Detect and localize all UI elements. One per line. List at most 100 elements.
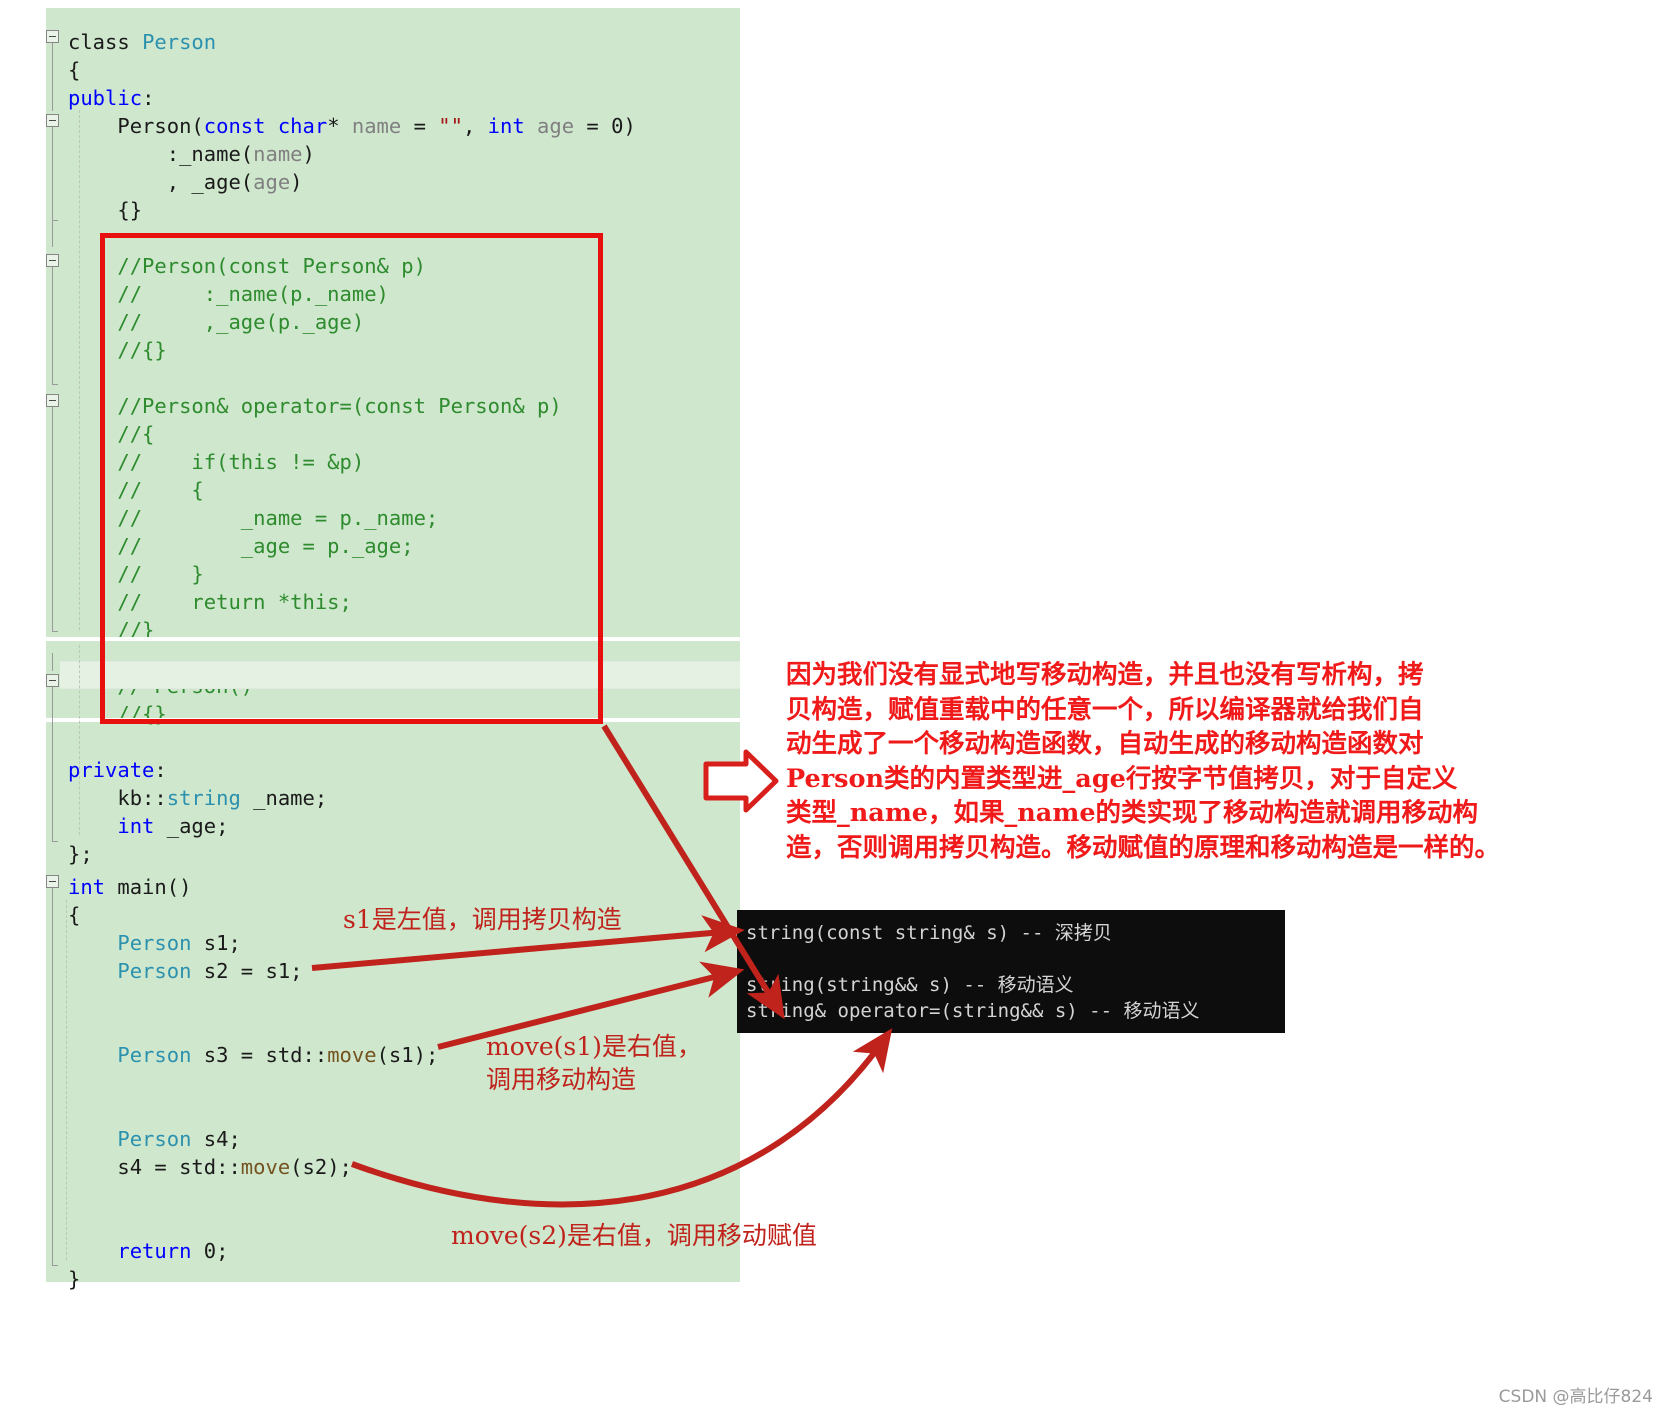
code-token: ) (302, 142, 315, 166)
code-token: (s2); (290, 1155, 352, 1179)
code-line[interactable]: class Person (68, 28, 216, 56)
code-token: //{} (68, 702, 167, 726)
code-token: s4; (191, 1127, 241, 1151)
indent-guide (66, 900, 67, 1260)
code-token: : (142, 86, 155, 110)
code-token: move (327, 1043, 377, 1067)
code-line[interactable]: // return *this; (68, 588, 352, 616)
code-line[interactable]: // _name = p._name; (68, 504, 438, 532)
fold-collapse-icon[interactable] (46, 30, 59, 43)
code-token: const char (203, 114, 328, 138)
current-line-highlight (60, 661, 740, 689)
code-token: // return *this; (68, 590, 352, 614)
chinese-annotation-note: 因为我们没有显式地写移动构造，并且也没有写析构，拷 贝构造，赋值重载中的任意一个，… (786, 658, 1576, 865)
fold-collapse-icon[interactable] (46, 674, 59, 687)
code-line[interactable]: s4 = std::move(s2); (68, 1153, 352, 1181)
code-token: s1; (191, 931, 241, 955)
code-token: string (166, 786, 241, 810)
code-token: int (117, 814, 155, 838)
code-line[interactable]: kb::string _name; (68, 784, 327, 812)
code-line[interactable]: //Person& operator=(const Person& p) (68, 392, 562, 420)
fold-guide-line (52, 407, 53, 632)
note-line: 因为我们没有显式地写移动构造，并且也没有写析构，拷 (786, 660, 1424, 690)
code-token: ) (290, 170, 303, 194)
code-token: Person (117, 1043, 192, 1067)
label-s1-lvalue: s1是左值，调用拷贝构造 (343, 905, 622, 934)
code-line[interactable]: // if(this != &p) (68, 448, 364, 476)
code-line[interactable]: Person s4; (68, 1125, 241, 1153)
fold-guide-line (52, 267, 53, 385)
code-token: Person( (68, 114, 204, 138)
code-token: // ,_age(p._age) (68, 310, 365, 334)
code-token: "" (438, 114, 463, 138)
code-line[interactable]: { (68, 901, 80, 929)
code-line[interactable]: int _age; (68, 812, 228, 840)
code-token: = (574, 114, 612, 138)
code-line[interactable]: :_name(name) (68, 140, 315, 168)
fold-collapse-icon[interactable] (46, 394, 59, 407)
code-token: ) (623, 114, 636, 138)
fold-collapse-icon[interactable] (46, 114, 59, 127)
code-line[interactable]: // } (68, 560, 203, 588)
console-line: string& operator=(string&& s) -- 移动语义 (746, 1000, 1200, 1022)
code-line[interactable]: // _age = p._age; (68, 532, 413, 560)
label-move-s2: move(s2)是右值，调用移动赋值 (451, 1221, 817, 1250)
code-line[interactable]: public: (68, 84, 154, 112)
fold-guide-tick (52, 384, 58, 385)
fold-guide-tick (52, 631, 58, 632)
code-line[interactable]: private: (68, 756, 167, 784)
code-token: 0 (203, 1239, 217, 1263)
code-line[interactable]: //{} (68, 336, 166, 364)
code-line[interactable]: // :_name(p._name) (68, 280, 389, 308)
code-token: kb:: (68, 786, 167, 810)
code-token: return (117, 1239, 192, 1263)
fold-collapse-icon[interactable] (46, 875, 59, 888)
watermark: CSDN @高比仔824 (1498, 1387, 1653, 1407)
code-token: int (487, 114, 525, 138)
note-line: 造，否则调用拷贝构造。移动赋值的原理和移动构造是一样的。 (786, 832, 1501, 863)
code-token: // :_name(p._name) (68, 282, 389, 306)
code-line[interactable]: //{ (68, 420, 154, 448)
code-line[interactable]: Person s3 = std::move(s1); (68, 1041, 438, 1069)
code-line[interactable]: // { (68, 476, 203, 504)
code-token: int (68, 875, 106, 899)
code-line[interactable]: return 0; (68, 1237, 228, 1265)
label-move-s1-line1: move(s1)是右值， (486, 1032, 702, 1061)
code-line[interactable]: // ,_age(p._age) (68, 308, 364, 336)
code-token: //Person& operator=(const Person& p) (68, 394, 562, 418)
note-line: 动生成了一个移动构造函数，自动生成的移动构造函数对 (786, 729, 1424, 759)
code-token: } (68, 1267, 81, 1291)
code-token: , _age( (68, 170, 254, 194)
code-token: Person (117, 931, 192, 955)
note-line: Person类的内置类型进_age行按字节值拷贝，对于自定义 (786, 763, 1458, 794)
label-move-s1-line2: 调用移动构造 (486, 1065, 637, 1094)
code-token: class (68, 30, 143, 54)
fold-guide-tick (52, 1265, 58, 1266)
fold-guide-line (52, 127, 53, 247)
code-line[interactable]: , _age(age) (68, 168, 303, 196)
line-separator (46, 718, 740, 722)
fold-gutter[interactable] (46, 8, 68, 1282)
code-line[interactable]: { (68, 56, 80, 84)
code-token: //Person(const Person& p) (68, 254, 426, 278)
code-line[interactable]: } (68, 1265, 80, 1293)
code-line[interactable]: int main() (68, 873, 191, 901)
code-token: s4 = std:: (68, 1155, 241, 1179)
code-token: s2 = s1; (191, 959, 303, 983)
fold-collapse-icon[interactable] (46, 254, 59, 267)
code-line[interactable]: Person s2 = s1; (68, 957, 303, 985)
code-token: private (68, 758, 155, 782)
indent-guide (79, 645, 80, 835)
code-line[interactable]: Person(const char* name = "", int age = … (68, 112, 636, 140)
code-line[interactable]: //{} (68, 700, 167, 728)
code-line[interactable]: //Person(const Person& p) (68, 252, 426, 280)
code-line[interactable]: }; (68, 840, 93, 868)
code-line[interactable]: Person s1; (68, 929, 241, 957)
